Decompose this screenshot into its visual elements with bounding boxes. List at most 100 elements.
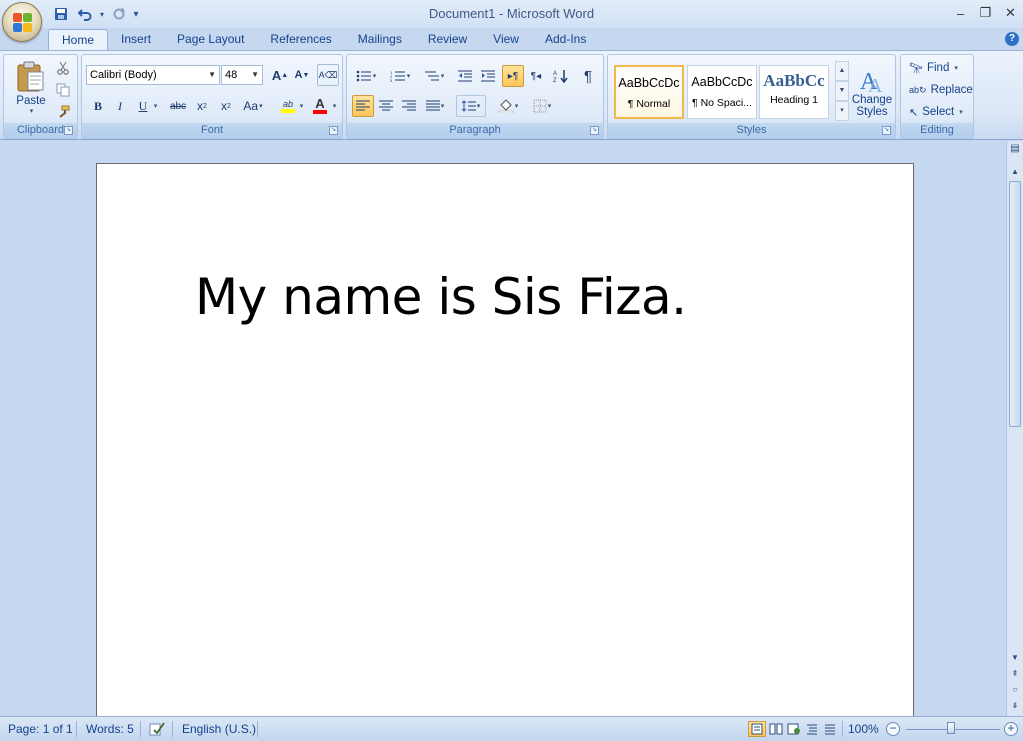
document-page[interactable]: My name is Sis Fiza. bbox=[96, 163, 914, 716]
ruler-toggle-icon[interactable]: ▤ bbox=[1008, 143, 1022, 154]
tab-page-layout[interactable]: Page Layout bbox=[164, 29, 257, 51]
scroll-thumb[interactable] bbox=[1009, 181, 1021, 427]
status-divider bbox=[140, 721, 141, 737]
select-label: Select bbox=[922, 106, 955, 118]
copy-icon[interactable] bbox=[52, 79, 74, 101]
outline-view-icon[interactable] bbox=[803, 721, 821, 737]
align-center-icon[interactable] bbox=[375, 95, 397, 117]
find-button[interactable]: 🔭︎ Find ▾ bbox=[909, 59, 958, 77]
next-page-icon[interactable]: ⇟ bbox=[1008, 701, 1022, 710]
font-group: Calibri (Body) ▼ 48 ▼ A ▲ A ▼ A⌫ B I U ▾ a… bbox=[81, 54, 343, 139]
scroll-down-icon[interactable]: ▼ bbox=[1008, 653, 1022, 662]
document-text[interactable]: My name is Sis Fiza. bbox=[195, 268, 687, 326]
zoom-level[interactable]: 100% bbox=[848, 721, 879, 737]
cursor-icon: ↖ bbox=[909, 106, 919, 119]
binoculars-icon: 🔭︎ bbox=[909, 62, 923, 75]
proofing-icon[interactable] bbox=[148, 721, 166, 737]
replace-button[interactable]: ab↻ Replace bbox=[909, 81, 973, 99]
styles-group: AaBbCcDc ¶ Normal AaBbCcDc ¶ No Spaci...… bbox=[607, 54, 896, 139]
window-title: Document1 - Microsoft Word bbox=[428, 6, 595, 21]
zoom-in-icon[interactable]: + bbox=[1004, 722, 1018, 736]
zoom-slider-thumb[interactable] bbox=[947, 722, 955, 734]
scroll-up-icon[interactable]: ▲ bbox=[1008, 167, 1022, 176]
paste-button[interactable]: Paste ▾ bbox=[8, 57, 54, 119]
close-icon[interactable]: ✕ bbox=[998, 2, 1023, 24]
style-heading-1-label: Heading 1 bbox=[770, 94, 818, 106]
tab-home[interactable]: Home bbox=[48, 29, 109, 51]
italic-icon[interactable]: I bbox=[109, 95, 131, 117]
strikethrough-icon[interactable]: abc bbox=[167, 95, 189, 117]
grow-font-icon[interactable]: A ▲ bbox=[269, 64, 291, 86]
gallery-more-icon[interactable]: ▾ bbox=[835, 101, 849, 121]
title-bar: ▾ ▾ Document1 - Microsoft Word – ❐ ✕ bbox=[0, 0, 1023, 28]
decrease-indent-icon[interactable] bbox=[454, 65, 476, 87]
cut-icon[interactable] bbox=[52, 57, 74, 79]
draft-view-icon[interactable] bbox=[821, 721, 839, 737]
bold-icon[interactable]: B bbox=[87, 95, 109, 117]
word-count[interactable]: Words: 5 bbox=[86, 721, 134, 737]
minimize-icon[interactable]: – bbox=[948, 2, 973, 24]
underline-dropdown-icon[interactable]: ▾ bbox=[150, 95, 160, 117]
print-layout-view-icon[interactable] bbox=[748, 721, 766, 737]
superscript-icon[interactable]: x2 bbox=[215, 95, 237, 117]
language[interactable]: English (U.S.) bbox=[182, 721, 256, 737]
align-left-icon[interactable] bbox=[352, 95, 374, 117]
ltr-direction-icon[interactable]: ▸¶ bbox=[502, 65, 524, 87]
rtl-direction-icon[interactable]: ¶◂ bbox=[525, 65, 547, 87]
status-divider bbox=[172, 721, 173, 737]
paste-label: Paste bbox=[16, 95, 46, 107]
tab-review[interactable]: Review bbox=[415, 29, 480, 51]
sort-icon[interactable]: AZ bbox=[550, 65, 572, 87]
highlighter-icon: ab bbox=[282, 99, 293, 109]
gallery-up-icon[interactable]: ▲ bbox=[835, 61, 849, 81]
multilevel-list-icon[interactable]: ▾ bbox=[420, 65, 448, 87]
office-button[interactable] bbox=[2, 2, 42, 42]
justify-icon[interactable]: ▾ bbox=[421, 95, 449, 117]
font-size-select[interactable]: 48 ▼ bbox=[221, 65, 263, 85]
previous-page-icon[interactable]: ⇞ bbox=[1008, 669, 1022, 678]
font-color-button[interactable]: A bbox=[309, 95, 331, 117]
numbering-icon[interactable]: 1 2 3 ▾ bbox=[386, 65, 414, 87]
style-normal[interactable]: AaBbCcDc ¶ Normal bbox=[614, 65, 684, 119]
restore-icon[interactable]: ❐ bbox=[973, 2, 998, 24]
tab-insert[interactable]: Insert bbox=[108, 29, 164, 51]
full-screen-reading-view-icon[interactable] bbox=[767, 721, 785, 737]
styles-launcher-icon[interactable]: ↘ bbox=[882, 126, 891, 135]
tab-mailings[interactable]: Mailings bbox=[345, 29, 415, 51]
style-heading-1[interactable]: AaBbCc Heading 1 bbox=[759, 65, 829, 119]
highlight-dropdown-icon[interactable]: ▾ bbox=[296, 95, 306, 117]
subscript-icon[interactable]: x2 bbox=[191, 95, 213, 117]
change-case-button[interactable]: Aa ▾ bbox=[240, 95, 266, 117]
web-layout-view-icon[interactable] bbox=[785, 721, 803, 737]
font-family-select[interactable]: Calibri (Body) ▼ bbox=[86, 65, 220, 85]
style-no-spacing[interactable]: AaBbCcDc ¶ No Spaci... bbox=[687, 65, 757, 119]
tab-references[interactable]: References bbox=[257, 29, 344, 51]
line-spacing-icon[interactable]: ▾ bbox=[456, 95, 486, 117]
tab-add-ins[interactable]: Add-Ins bbox=[532, 29, 599, 51]
bullets-icon[interactable]: ▾ bbox=[352, 65, 380, 87]
font-launcher-icon[interactable]: ↘ bbox=[329, 126, 338, 135]
gallery-down-icon[interactable]: ▼ bbox=[835, 81, 849, 101]
font-color-dropdown-icon[interactable]: ▾ bbox=[329, 95, 339, 117]
clipboard-launcher-icon[interactable]: ↘ bbox=[64, 126, 73, 135]
shrink-font-icon[interactable]: A ▼ bbox=[291, 64, 313, 86]
show-formatting-marks-icon[interactable]: ¶ bbox=[577, 65, 599, 87]
select-button[interactable]: ↖ Select ▾ bbox=[909, 103, 963, 121]
status-bar: Page: 1 of 1 Words: 5 English (U.S.) 100… bbox=[0, 716, 1023, 741]
clear-formatting-icon[interactable]: A⌫ bbox=[317, 64, 339, 86]
paragraph-launcher-icon[interactable]: ↘ bbox=[590, 126, 599, 135]
increase-indent-icon[interactable] bbox=[477, 65, 499, 87]
borders-icon[interactable]: ▾ bbox=[527, 95, 557, 117]
tab-view[interactable]: View bbox=[480, 29, 532, 51]
format-painter-icon[interactable] bbox=[52, 101, 74, 123]
select-browse-object-icon[interactable]: ○ bbox=[1008, 685, 1022, 694]
help-icon[interactable]: ? bbox=[1005, 32, 1019, 46]
font-color-icon: A bbox=[315, 96, 325, 111]
align-right-icon[interactable] bbox=[398, 95, 420, 117]
vertical-scrollbar[interactable]: ▤ ▲ ▼ ⇞ ○ ⇟ bbox=[1006, 141, 1023, 716]
page-count[interactable]: Page: 1 of 1 bbox=[8, 721, 73, 737]
shading-icon[interactable]: ▾ bbox=[493, 95, 523, 117]
zoom-out-icon[interactable]: − bbox=[886, 722, 900, 736]
change-styles-button[interactable]: AA Change Styles bbox=[850, 59, 894, 123]
chevron-down-icon: ▼ bbox=[251, 70, 259, 79]
